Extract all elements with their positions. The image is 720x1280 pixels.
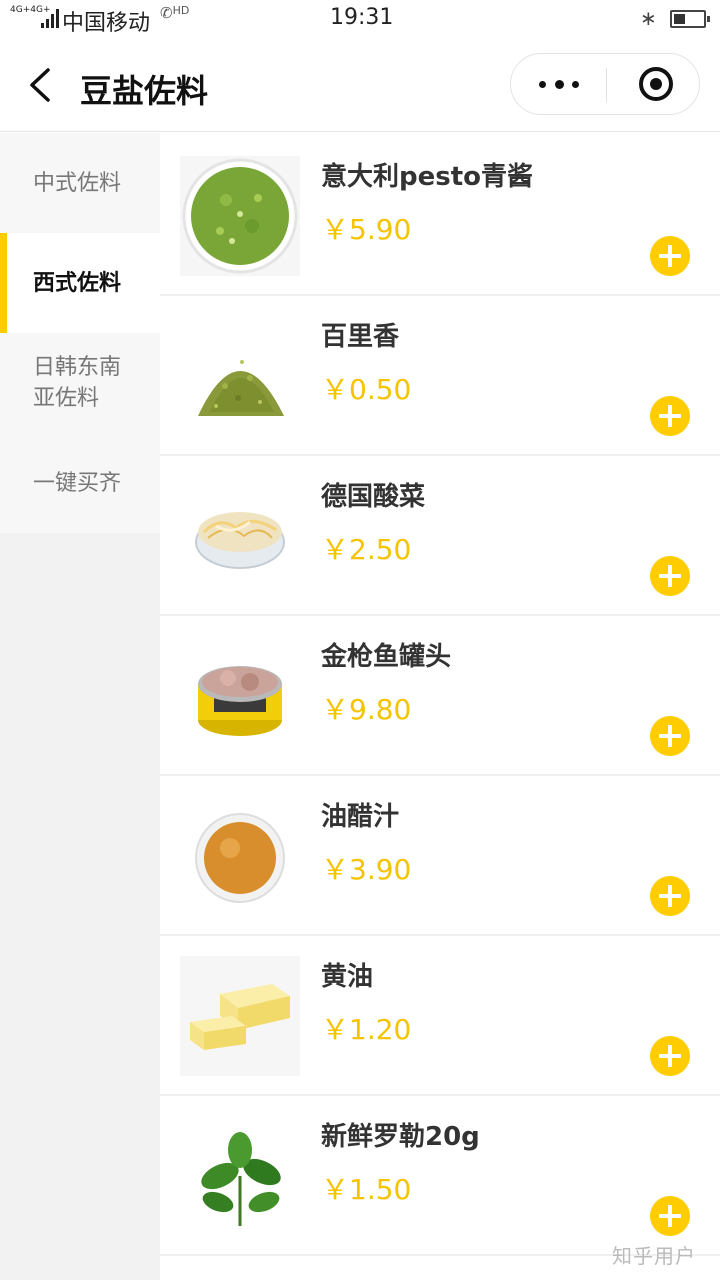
list-item[interactable]: 新鲜罗勒20g ￥1.50 <box>160 1096 720 1256</box>
basil-image <box>180 1116 300 1236</box>
sidebar-item-label: 西式佐料 <box>33 270 122 296</box>
hd-call-icon: ✆HD <box>160 4 190 22</box>
sidebar-item-asian-seasoning[interactable]: 日韩东南亚佐料 <box>0 333 160 433</box>
sidebar-item-buy-all[interactable]: 一键买齐 <box>0 433 160 533</box>
carrier-name: 中国移动 <box>62 11 151 36</box>
sidebar-item-label: 一键买齐 <box>33 470 122 496</box>
battery-level <box>674 14 685 24</box>
add-to-cart-button[interactable] <box>650 556 690 596</box>
add-to-cart-button[interactable] <box>650 396 690 436</box>
product-name: 意大利pesto青酱 <box>321 162 534 192</box>
sidebar-item-label: 日韩东南亚佐料 <box>33 355 122 411</box>
product-list: 意大利pesto青酱 ￥5.90 百里香 ￥0.50 德国酸菜 ￥2.50 金枪… <box>160 136 720 1280</box>
product-name: 新鲜罗勒20g <box>321 1122 480 1152</box>
product-price: ￥3.90 <box>321 853 412 886</box>
bluetooth-icon: ∗ <box>640 6 657 30</box>
list-item[interactable]: 德国酸菜 ￥2.50 <box>160 456 720 616</box>
vinaigrette-image <box>180 796 300 916</box>
add-to-cart-button[interactable] <box>650 1036 690 1076</box>
canned-tuna-image <box>180 636 300 756</box>
more-options-button[interactable] <box>511 54 606 114</box>
add-to-cart-button[interactable] <box>650 236 690 276</box>
product-price: ￥9.80 <box>321 693 412 726</box>
product-name: 金枪鱼罐头 <box>321 642 452 672</box>
capsule-divider <box>606 68 607 102</box>
product-price: ￥5.90 <box>321 213 412 246</box>
status-bar: 4G+4G+ 中国移动 ✆HD 19:31 ∗ <box>0 0 720 38</box>
pesto-sauce-image <box>180 156 300 276</box>
thyme-image <box>180 316 300 436</box>
list-item[interactable]: 百里香 ￥0.50 <box>160 296 720 456</box>
sidebar-item-chinese-seasoning[interactable]: 中式佐料 <box>0 133 160 233</box>
product-price: ￥0.50 <box>321 373 412 406</box>
sauerkraut-image <box>180 476 300 596</box>
category-sidebar: 中式佐料 西式佐料 日韩东南亚佐料 一键买齐 <box>0 133 160 1280</box>
product-price: ￥1.20 <box>321 1013 412 1046</box>
hd-label: HD <box>172 4 190 17</box>
back-arrow-icon[interactable] <box>28 68 52 102</box>
list-item[interactable]: 意大利pesto青酱 ￥5.90 <box>160 136 720 296</box>
product-name: 百里香 <box>321 322 400 352</box>
add-to-cart-button[interactable] <box>650 716 690 756</box>
sidebar-item-western-seasoning[interactable]: 西式佐料 <box>0 233 160 333</box>
product-name: 黄油 <box>321 962 374 992</box>
add-to-cart-button[interactable] <box>650 1196 690 1236</box>
battery-icon <box>670 10 710 28</box>
list-item[interactable]: 油醋汁 ￥3.90 <box>160 776 720 936</box>
product-price: ￥2.50 <box>321 533 412 566</box>
close-mini-program-button[interactable] <box>639 67 673 101</box>
add-to-cart-button[interactable] <box>650 876 690 916</box>
nav-bar: 豆盐佐料 <box>0 38 720 132</box>
list-item[interactable]: 黄油 ￥1.20 <box>160 936 720 1096</box>
product-price: ￥1.50 <box>321 1173 412 1206</box>
signal-icon <box>41 8 59 28</box>
butter-image <box>180 956 300 1076</box>
clock: 19:31 <box>330 5 394 30</box>
mini-program-capsule <box>510 53 700 115</box>
watermark: 知乎用户 <box>612 1244 696 1268</box>
list-item[interactable]: 金枪鱼罐头 ￥9.80 <box>160 616 720 776</box>
sidebar-item-label: 中式佐料 <box>33 170 122 196</box>
page-title: 豆盐佐料 <box>80 72 209 110</box>
product-name: 油醋汁 <box>321 802 400 832</box>
product-name: 德国酸菜 <box>321 482 426 512</box>
